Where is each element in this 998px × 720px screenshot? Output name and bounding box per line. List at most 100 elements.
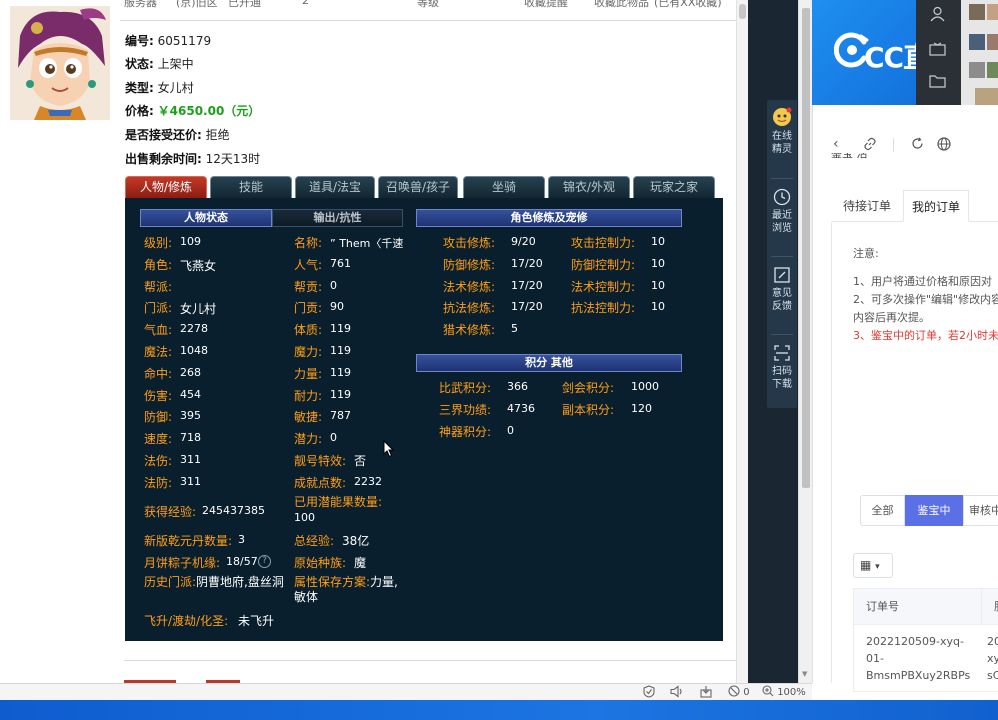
potential-label: 已用潜能果数量: xyxy=(294,495,383,509)
edit-icon xyxy=(774,267,790,283)
thumbnail[interactable] xyxy=(969,62,985,78)
tab-pets[interactable]: 召唤兽/孩子 xyxy=(378,176,458,198)
feedback-label: 意见反馈 xyxy=(772,288,792,312)
help-icon[interactable]: ? xyxy=(258,555,271,568)
header-cultivation: 角色修炼及宠修 xyxy=(416,209,682,227)
stat-value: 268 xyxy=(180,366,201,379)
header-output-resist[interactable]: 输出/抗性 xyxy=(272,209,403,227)
filter-appraising-button[interactable]: 鉴宝中 xyxy=(905,495,963,526)
mooncake-label: 月饼粽子机缘: xyxy=(144,556,221,570)
control-label: 法术控制力: xyxy=(571,280,636,294)
exp-value: 245437385 xyxy=(202,504,265,517)
favorite-link[interactable]: 收藏此物品 xyxy=(594,0,649,8)
character-avatar xyxy=(10,6,110,120)
thumbnail[interactable] xyxy=(987,62,998,78)
tab-my-orders[interactable]: 我的订单 xyxy=(903,190,970,222)
order-tabs: 待接订单 我的订单 xyxy=(831,190,998,222)
stat-label: 力量: xyxy=(294,367,323,381)
online-helper-button[interactable]: 在线精灵 xyxy=(767,107,797,156)
user-icon[interactable] xyxy=(929,5,946,22)
page-scrollbar[interactable] xyxy=(736,0,748,683)
blocked-counter[interactable]: 0 xyxy=(728,685,750,700)
refresh-icon[interactable] xyxy=(911,137,924,150)
server-line: sC xyxy=(987,669,998,682)
feedback-button[interactable]: 意见反馈 xyxy=(767,266,797,313)
cultivation-label: 防御修炼: xyxy=(443,258,496,272)
control-label: 防御控制力: xyxy=(571,258,636,272)
potential-fruit: 已用潜能果数量: 100 xyxy=(294,495,404,525)
thumbnail[interactable] xyxy=(987,34,998,50)
stat-value: 787 xyxy=(330,409,351,422)
scroll-down-arrow-icon[interactable]: ▼ xyxy=(802,670,807,678)
order-id-cell[interactable]: 2022120509-xyq- 01- BmsmPBXuy2RBPs xyxy=(866,633,970,684)
divider xyxy=(893,138,894,152)
browser-scrollbar[interactable]: ▼ xyxy=(798,0,812,683)
stat-value: 2278 xyxy=(180,322,208,335)
tab-pending-orders[interactable]: 待接订单 xyxy=(835,190,899,222)
scroll-thumb[interactable] xyxy=(802,8,810,488)
header-character-status[interactable]: 人物状态 xyxy=(140,209,272,227)
stat-label: 角色: xyxy=(144,258,173,272)
stat-label: 体质: xyxy=(294,323,323,337)
divider xyxy=(771,178,793,179)
listing-remaining-time: 出售剩余时间: 12天13时 xyxy=(125,150,260,167)
column-settings-button[interactable]: ▦ ▾ xyxy=(853,553,893,578)
top-cut-text: (京)旧区 xyxy=(176,0,218,8)
tab-mounts[interactable]: 坐骑 xyxy=(463,176,545,198)
thumbnail[interactable] xyxy=(987,4,998,20)
order-id-line: 2022120509-xyq- xyxy=(866,635,964,648)
remaining-value: 12天13时 xyxy=(205,152,261,166)
type-label: 类型: xyxy=(125,81,154,95)
cultivation-value: 17/20 xyxy=(511,300,543,313)
stat-label: 速度: xyxy=(144,432,173,446)
tab-skills[interactable]: 技能 xyxy=(210,176,292,198)
stat-label: 耐力: xyxy=(294,389,323,403)
tv-icon[interactable] xyxy=(929,42,946,57)
favorite-remind-link[interactable]: 收藏提醒 xyxy=(524,0,568,8)
scroll-thumb[interactable] xyxy=(739,4,746,19)
stat-label: 伤害: xyxy=(144,389,173,403)
link-icon[interactable] xyxy=(863,137,877,151)
online-helper-label: 在线精灵 xyxy=(772,131,792,155)
divider xyxy=(120,20,736,21)
thumbnail[interactable] xyxy=(975,88,998,105)
globe-icon[interactable] xyxy=(937,137,951,151)
tab-character[interactable]: 人物/修炼 xyxy=(125,176,207,198)
tab-appearance[interactable]: 锦衣/外观 xyxy=(548,176,630,198)
qiankun-value: 3 xyxy=(238,533,245,546)
attr-label: 属性保存方案: xyxy=(294,575,371,589)
cc-side-strip xyxy=(916,0,961,105)
download-app-button[interactable]: 扫码下载 xyxy=(767,344,797,391)
total-exp-value: 38亿 xyxy=(342,534,370,548)
stat-label: 级别: xyxy=(144,236,173,250)
stat-value: 0 xyxy=(330,279,337,292)
score-label: 副本积分: xyxy=(562,403,615,417)
control-label: 抗法控制力: xyxy=(571,301,636,315)
folder-icon[interactable] xyxy=(929,73,946,88)
stat-label: 潜力: xyxy=(294,432,323,446)
zoom-control[interactable]: 100% xyxy=(762,685,806,700)
ascend-label: 飞升/渡劫/化圣: xyxy=(144,614,229,628)
tab-items[interactable]: 道具/法宝 xyxy=(295,176,375,198)
stat-value: 119 xyxy=(330,366,351,379)
recent-button[interactable]: 最近浏览 xyxy=(767,188,797,235)
stat-value: 90 xyxy=(330,300,344,313)
server-line: xy xyxy=(987,652,998,665)
stat-value: 311 xyxy=(180,475,201,488)
score-value: 366 xyxy=(507,380,528,393)
exp-label: 获得经验: xyxy=(144,505,197,519)
bargain-label: 是否接受还价: xyxy=(125,128,202,142)
thumbnail[interactable] xyxy=(969,4,985,20)
filter-all-button[interactable]: 全部 xyxy=(860,495,905,526)
back-icon[interactable]: ‹ xyxy=(833,137,839,151)
top-cut-text: 等级 xyxy=(417,0,439,8)
id-label: 编号: xyxy=(125,34,154,48)
remaining-label: 出售剩余时间: xyxy=(125,152,202,166)
order-panel: ‹ 鉴宝 活 待接订单 我的订单 注意: 1、用户将通过价格和原因对 2、可多次… xyxy=(812,105,998,692)
tab-home[interactable]: 玩家之家 xyxy=(633,176,715,198)
filter-review-button[interactable]: 审核中 xyxy=(963,495,998,526)
score-label: 三界功绩: xyxy=(439,403,492,417)
blocked-count: 0 xyxy=(743,687,750,698)
thumbnail[interactable] xyxy=(969,34,985,50)
cut-title: 鉴宝 活 xyxy=(831,153,871,159)
